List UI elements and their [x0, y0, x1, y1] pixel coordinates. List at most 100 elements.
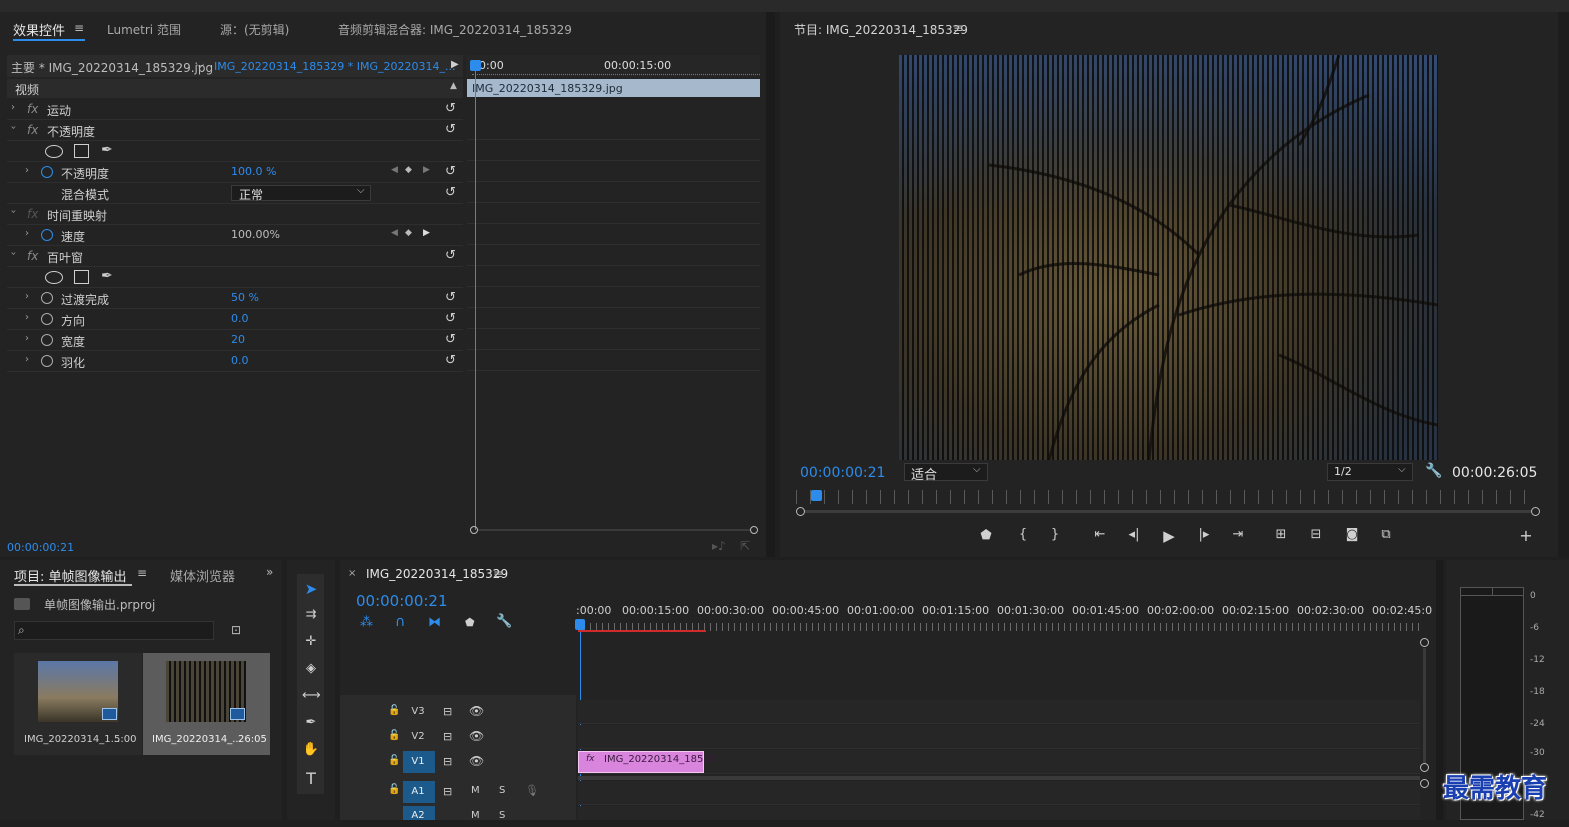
tab-effect-controls[interactable]: 效果控件 [13, 20, 65, 39]
solo-button[interactable]: S [499, 810, 505, 821]
rectangle-mask-icon[interactable] [74, 270, 89, 284]
timeline-title[interactable]: IMG_20220314_185329 [366, 567, 508, 581]
param-value[interactable]: 50 % [231, 291, 259, 304]
track-lane-v3[interactable] [578, 700, 1420, 724]
stopwatch-icon[interactable] [41, 334, 53, 346]
chevron-right-icon[interactable]: › [25, 228, 29, 239]
panel-menu-icon[interactable]: ≡ [953, 21, 963, 35]
sync-lock-icon[interactable]: ⊟ [443, 730, 452, 743]
reset-icon[interactable]: ↺ [445, 123, 459, 137]
sync-lock-icon[interactable]: ⊟ [443, 705, 452, 718]
timeline-settings-wrench-icon[interactable]: 🔧 [496, 614, 512, 629]
program-playhead[interactable] [811, 490, 822, 501]
chevron-right-icon[interactable]: › [25, 312, 29, 323]
effect-row-opacity[interactable]: › fx 不透明度 ↺ [7, 120, 463, 141]
reset-icon[interactable]: ↺ [445, 291, 459, 305]
timeline-timecode[interactable]: 00:00:00:21 [356, 592, 448, 610]
chevron-down-icon[interactable]: ⌵ [357, 185, 365, 196]
param-row-feather[interactable]: › 羽化 0.0 ↺ [7, 351, 463, 372]
solo-button[interactable]: S [499, 785, 505, 796]
new-bin-icon[interactable]: ⊡ [231, 623, 241, 637]
zoom-scrollbar[interactable] [478, 529, 750, 531]
export-frame-camera-icon[interactable]: ◙ [1343, 527, 1361, 542]
pen-tool-icon[interactable]: ✒ [302, 715, 320, 730]
play-triangle-icon[interactable]: ▶ [451, 59, 459, 70]
tab-audio-clip-mixer[interactable]: 音频剪辑混合器: IMG_20220314_185329 [338, 21, 572, 38]
tab-source[interactable]: 源：(无剪辑) [220, 21, 289, 38]
program-timecode[interactable]: 00:00:00:21 [800, 465, 885, 481]
panel-menu-icon[interactable]: ≡ [137, 566, 147, 580]
sequence-clip-label[interactable]: IMG_20220314_185329 * IMG_20220314_... [214, 60, 455, 73]
param-row-direction[interactable]: › 方向 0.0 ↺ [7, 309, 463, 330]
type-tool-icon[interactable]: T [302, 769, 320, 788]
microphone-icon[interactable]: 🎙 [525, 784, 539, 797]
chevron-down-icon[interactable]: › [8, 126, 19, 130]
track-select-tool-icon[interactable]: ⇉ [302, 607, 320, 622]
project-search-input[interactable] [14, 621, 214, 640]
tab-lumetri-scopes[interactable]: Lumetri 范围 [107, 21, 181, 38]
mini-playhead-handle[interactable] [470, 60, 481, 71]
pen-mask-icon[interactable]: ✒ [101, 142, 113, 158]
tab-project[interactable]: 项目: 单帧图像输出 [14, 566, 127, 585]
chevron-right-icon[interactable]: › [25, 165, 29, 176]
lock-icon[interactable]: 🔓 [388, 784, 400, 795]
chevron-down-icon[interactable]: ⌵ [196, 58, 204, 72]
zoom-handle-left[interactable] [470, 526, 478, 534]
lift-icon[interactable]: ⊞ [1272, 527, 1290, 542]
track-lane-a1[interactable] [578, 781, 1420, 805]
effect-row-time-remap[interactable]: › fx 时间重映射 [7, 204, 463, 225]
close-tab-icon[interactable]: × [348, 568, 356, 579]
stopwatch-icon[interactable] [41, 229, 53, 241]
panel-menu-icon[interactable]: ≡ [74, 21, 84, 35]
play-icon[interactable]: ▶ [1160, 527, 1178, 545]
sync-lock-icon[interactable]: ⊟ [443, 755, 452, 768]
slip-tool-icon[interactable]: ⟷ [302, 688, 321, 703]
param-value[interactable]: 0.0 [231, 354, 249, 367]
master-clip-label[interactable]: 主要 * IMG_20220314_185329.jpg [11, 59, 213, 76]
chevron-right-icon[interactable]: › [25, 354, 29, 365]
add-keyframe-icon[interactable]: ◆ [405, 165, 412, 175]
stopwatch-icon[interactable] [41, 313, 53, 325]
scroll-handle-right[interactable] [1531, 507, 1540, 516]
stopwatch-icon[interactable] [41, 166, 53, 178]
a-scroll-handle-top[interactable] [1420, 779, 1429, 788]
reset-icon[interactable]: ↺ [445, 186, 459, 200]
reset-icon[interactable]: ↺ [445, 354, 459, 368]
v-scrollbar-video[interactable] [1423, 648, 1426, 763]
add-marker-icon[interactable]: ⬟ [977, 528, 995, 543]
mark-in-icon[interactable]: { [1014, 527, 1032, 542]
go-to-in-icon[interactable]: ⇤ [1091, 527, 1109, 542]
lock-icon[interactable]: 🔓 [388, 705, 400, 716]
go-to-out-icon[interactable]: ⇥ [1229, 527, 1247, 542]
ellipse-mask-icon[interactable] [45, 145, 63, 158]
prev-keyframe-icon[interactable]: ◀ [391, 228, 398, 238]
chevron-down-icon[interactable]: ⌵ [973, 464, 981, 475]
tab-media-browser[interactable]: 媒体浏览器 [170, 566, 235, 585]
v-scroll-handle-bottom[interactable] [1420, 763, 1429, 772]
sync-lock-icon[interactable]: ⊟ [443, 785, 452, 798]
extract-icon[interactable]: ⊟ [1307, 527, 1325, 542]
reset-icon[interactable]: ↺ [445, 102, 459, 116]
param-row-speed[interactable]: › 速度 100.00% ◀ ◆ ▶ [7, 225, 463, 246]
add-marker-icon[interactable]: ⬟ [465, 616, 475, 629]
track-lane-a2[interactable] [578, 806, 1420, 820]
ripple-edit-tool-icon[interactable]: ✛ [302, 634, 320, 649]
track-label-a2[interactable]: A2 [407, 805, 429, 827]
reset-icon[interactable]: ↺ [445, 312, 459, 326]
stopwatch-icon[interactable] [41, 355, 53, 367]
razor-tool-icon[interactable]: ◈ [302, 661, 320, 676]
track-lane-v2[interactable] [578, 725, 1420, 749]
selection-tool-icon[interactable]: ➤ [302, 580, 320, 598]
param-value[interactable]: 0.0 [231, 312, 249, 325]
reset-icon[interactable]: ↺ [445, 249, 459, 263]
track-label-v2[interactable]: V2 [407, 726, 429, 748]
effect-row-venetian-blinds[interactable]: › fx 百叶窗 ↺ [7, 246, 463, 267]
effect-row-motion[interactable]: › fx 运动 ↺ [7, 99, 463, 120]
hand-tool-icon[interactable]: ✋ [302, 742, 320, 757]
param-row-transition-completion[interactable]: › 过渡完成 50 % ↺ [7, 288, 463, 309]
wrench-icon[interactable]: 🔧 [1425, 463, 1442, 479]
track-label-a1[interactable]: A1 [407, 781, 429, 803]
reset-icon[interactable]: ↺ [445, 165, 459, 179]
param-row-width[interactable]: › 宽度 20 ↺ [7, 330, 463, 351]
eye-icon[interactable]: 👁 [469, 754, 484, 768]
